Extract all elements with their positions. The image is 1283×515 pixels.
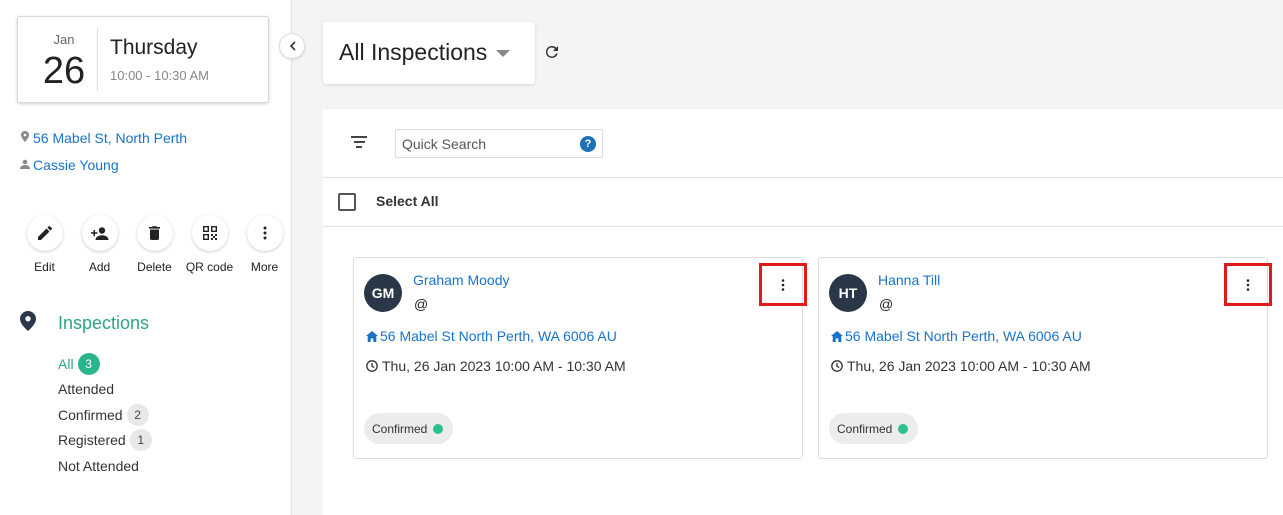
- edit-button[interactable]: Edit: [17, 215, 72, 274]
- add-button[interactable]: Add: [72, 215, 127, 274]
- attendee-contact: @: [879, 296, 894, 312]
- inspection-filter-list: All 3 Attended Confirmed 2 Registered 1 …: [58, 351, 152, 479]
- card-time-line: Thu, 26 Jan 2023 10:00 AM - 10:30 AM: [366, 358, 626, 374]
- status-dot-icon: [433, 423, 444, 434]
- action-bar: Edit Add Delete QR code More: [17, 215, 292, 274]
- caret-down-icon[interactable]: [496, 50, 510, 57]
- select-all-row: Select All: [323, 178, 1283, 227]
- filter-registered-label[interactable]: Registered: [58, 432, 126, 448]
- attendee-card[interactable]: HT Hanna Till @ 56 Mabel St North Perth,…: [818, 257, 1272, 459]
- toolbar: ?: [323, 109, 1283, 178]
- refresh-button[interactable]: [545, 43, 558, 63]
- select-all-checkbox[interactable]: [338, 193, 356, 211]
- attendee-name[interactable]: Hanna Till: [878, 272, 940, 288]
- more-vertical-icon[interactable]: [1246, 278, 1250, 291]
- card-time-line: Thu, 26 Jan 2023 10:00 AM - 10:30 AM: [831, 358, 1091, 374]
- event-address-line[interactable]: 56 Mabel St, North Perth: [20, 130, 187, 146]
- edit-label: Edit: [34, 260, 55, 274]
- qr-code-label: QR code: [185, 260, 234, 274]
- card-more-button[interactable]: [1224, 263, 1272, 306]
- select-all-label[interactable]: Select All: [376, 193, 439, 209]
- status-dot-icon: [898, 423, 909, 434]
- filter-all-count: 3: [77, 352, 100, 375]
- avatar: GM: [364, 274, 402, 312]
- pencil-icon[interactable]: [26, 215, 63, 251]
- add-label: Add: [88, 260, 111, 274]
- event-agent-line[interactable]: Cassie Young: [20, 157, 119, 173]
- home-icon: [366, 330, 378, 342]
- filter-all-label[interactable]: All: [58, 356, 74, 372]
- card-address[interactable]: 56 Mabel St North Perth, WA 6006 AU: [845, 328, 1082, 344]
- card-address-line[interactable]: 56 Mabel St North Perth, WA 6006 AU: [831, 328, 1082, 344]
- event-agent[interactable]: Cassie Young: [33, 157, 119, 173]
- search-input[interactable]: [396, 130, 571, 157]
- sidebar: Jan 26 Thursday 10:00 - 10:30 AM 56 Mabe…: [0, 0, 292, 515]
- qr-code-button[interactable]: QR code: [182, 215, 237, 274]
- card-more-button[interactable]: [759, 263, 807, 306]
- location-pin-icon: [20, 311, 36, 331]
- event-date-card: Jan 26 Thursday 10:00 - 10:30 AM: [17, 16, 269, 103]
- status-label: Confirmed: [837, 421, 893, 436]
- filter-confirmed-count: 2: [126, 403, 149, 426]
- attendee-name[interactable]: Graham Moody: [413, 272, 509, 288]
- chevron-left-icon: [289, 41, 296, 51]
- filter-attended[interactable]: Attended: [58, 377, 152, 403]
- more-button[interactable]: More: [237, 215, 292, 274]
- filter-all[interactable]: All 3: [58, 351, 152, 377]
- filter-not-attended[interactable]: Not Attended: [58, 453, 152, 479]
- date-divider: [97, 28, 98, 91]
- page-title[interactable]: All Inspections: [339, 39, 487, 66]
- view-selector[interactable]: All Inspections: [323, 22, 535, 84]
- status-badge: Confirmed: [829, 413, 919, 444]
- more-vertical-icon[interactable]: [781, 278, 785, 291]
- trash-icon[interactable]: [136, 215, 173, 251]
- filter-icon[interactable]: [350, 136, 368, 151]
- card-address[interactable]: 56 Mabel St North Perth, WA 6006 AU: [380, 328, 617, 344]
- filter-confirmed[interactable]: Confirmed 2: [58, 402, 152, 428]
- home-icon: [831, 330, 843, 342]
- collapse-sidebar-button[interactable]: [279, 33, 305, 59]
- card-datetime: Thu, 26 Jan 2023 10:00 AM - 10:30 AM: [847, 358, 1091, 374]
- quick-search[interactable]: ?: [395, 129, 603, 158]
- more-vertical-icon[interactable]: [246, 215, 283, 251]
- event-weekday: Thursday: [110, 36, 198, 59]
- qr-code-icon[interactable]: [191, 215, 228, 251]
- clock-icon: [366, 360, 378, 372]
- inspections-title: Inspections: [58, 313, 150, 333]
- add-person-icon[interactable]: [81, 215, 118, 251]
- person-icon: [20, 159, 30, 172]
- filter-not-attended-label[interactable]: Not Attended: [58, 458, 139, 474]
- event-time: 10:00 - 10:30 AM: [110, 68, 210, 83]
- clock-icon: [831, 360, 843, 372]
- filter-registered-count: 1: [129, 429, 152, 452]
- filter-attended-label[interactable]: Attended: [58, 381, 114, 397]
- delete-label: Delete: [137, 260, 172, 274]
- delete-button[interactable]: Delete: [127, 215, 182, 274]
- filter-registered[interactable]: Registered 1: [58, 428, 152, 454]
- more-label: More: [250, 260, 279, 274]
- location-pin-icon: [20, 131, 30, 145]
- event-address[interactable]: 56 Mabel St, North Perth: [33, 130, 187, 146]
- inspections-panel: ? Select All GM Graham Moody @ 56 Mabel …: [323, 109, 1283, 515]
- inspections-header: Inspections: [20, 311, 149, 333]
- avatar: HT: [829, 274, 867, 312]
- status-badge: Confirmed: [364, 413, 454, 444]
- attendee-contact: @: [414, 296, 429, 312]
- card-datetime: Thu, 26 Jan 2023 10:00 AM - 10:30 AM: [382, 358, 626, 374]
- refresh-icon[interactable]: [545, 45, 558, 58]
- status-label: Confirmed: [372, 421, 428, 436]
- attendee-card[interactable]: GM Graham Moody @ 56 Mabel St North Pert…: [353, 257, 807, 459]
- card-address-line[interactable]: 56 Mabel St North Perth, WA 6006 AU: [366, 328, 617, 344]
- filter-confirmed-label[interactable]: Confirmed: [58, 407, 123, 423]
- help-icon[interactable]: ?: [580, 136, 596, 152]
